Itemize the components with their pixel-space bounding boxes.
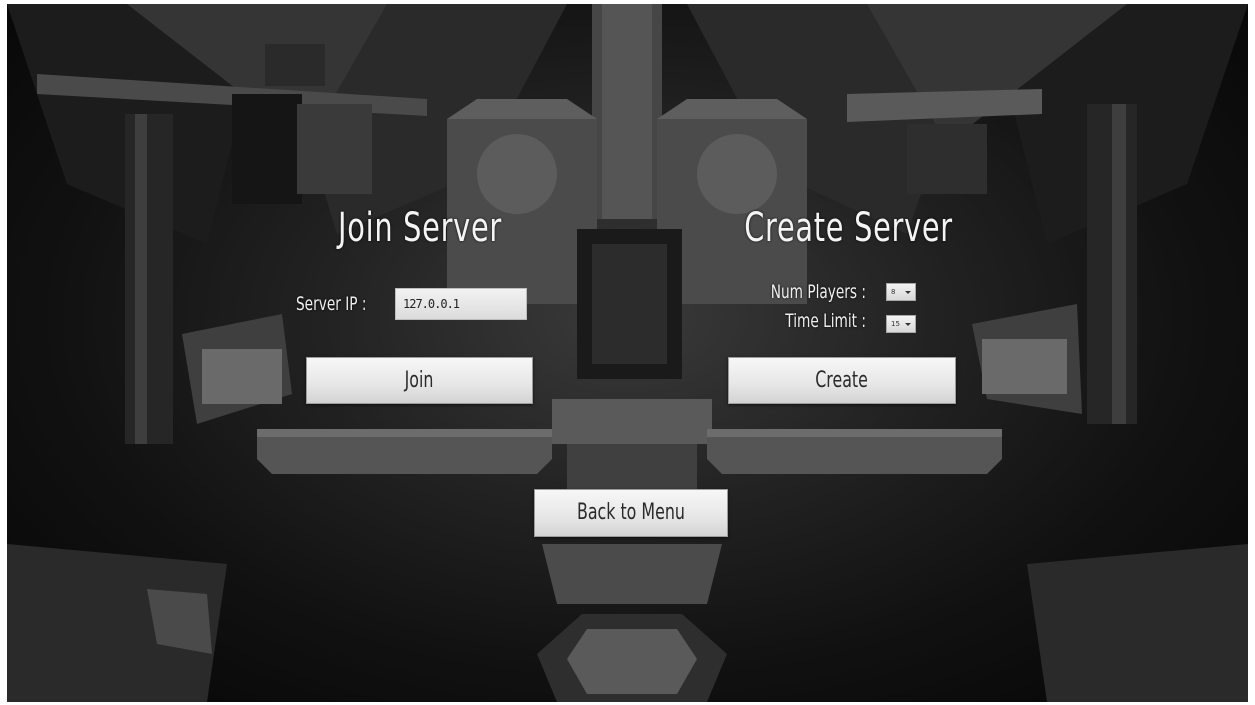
join-button-label: Join [405, 368, 434, 393]
chevron-down-icon [905, 291, 911, 294]
server-ip-input[interactable]: 127.0.0.1 [395, 288, 527, 320]
game-viewport [7, 4, 1248, 702]
num-players-dropdown[interactable]: 8 [886, 283, 916, 301]
create-server-title: Create Server [744, 205, 953, 251]
back-to-menu-button[interactable]: Back to Menu [534, 489, 728, 537]
num-players-label: Num Players : [770, 281, 866, 303]
back-to-menu-label: Back to Menu [577, 500, 685, 525]
server-ip-label: Server IP : [296, 293, 367, 315]
join-server-title: Join Server [338, 205, 502, 251]
time-limit-value: 15 [891, 320, 900, 328]
time-limit-dropdown[interactable]: 15 [886, 315, 916, 333]
chevron-down-icon [905, 323, 911, 326]
create-button[interactable]: Create [728, 357, 956, 404]
background-scene [7, 4, 1248, 702]
join-button[interactable]: Join [306, 357, 533, 404]
create-button-label: Create [815, 368, 869, 393]
time-limit-label: Time Limit : [785, 310, 866, 332]
num-players-value: 8 [891, 288, 896, 296]
